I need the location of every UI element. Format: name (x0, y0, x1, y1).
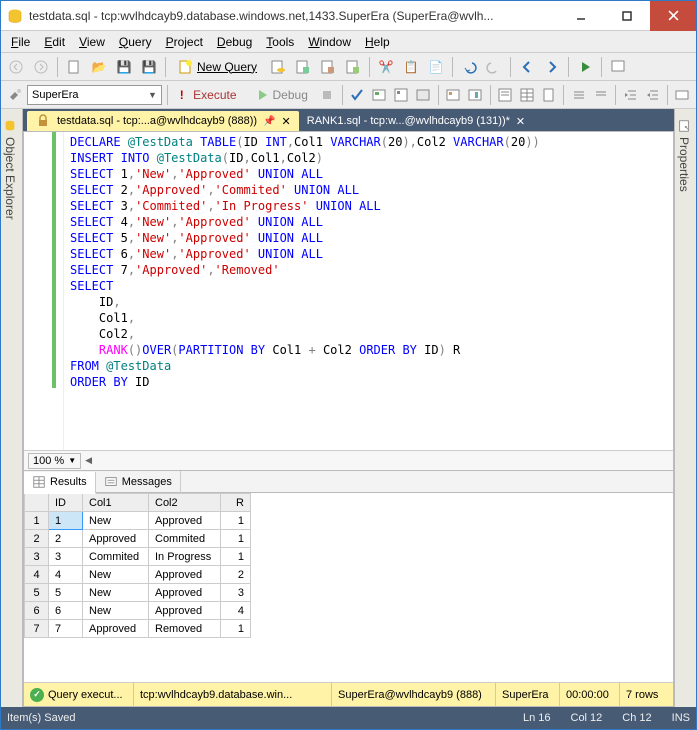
results-grid-button[interactable] (517, 84, 536, 106)
success-icon: ✓ (30, 688, 44, 702)
table-row[interactable]: 22ApprovedCommited1 (25, 530, 251, 548)
query-options-button[interactable] (392, 84, 411, 106)
sql-editor-toolbar: SuperEra▼ ! Execute Debug (1, 81, 696, 109)
actual-plan-button[interactable] (444, 84, 463, 106)
pin-icon[interactable]: 📌 (263, 116, 275, 127)
dmx-query-button[interactable] (317, 56, 339, 78)
results-tab[interactable]: Results (24, 472, 96, 494)
menu-bar: File Edit View Query Project Debug Tools… (1, 31, 696, 53)
maximize-button[interactable] (604, 1, 650, 31)
nav-back-button[interactable] (516, 56, 538, 78)
app-status-bar: Item(s) Saved Ln 16 Col 12 Ch 12 INS (1, 707, 696, 729)
client-stats-button[interactable] (466, 84, 485, 106)
new-query-button[interactable]: New Query (171, 56, 264, 78)
undo-button[interactable] (458, 56, 480, 78)
paste-button[interactable]: 📄 (425, 56, 447, 78)
query-status-bar: ✓Query execut... tcp:wvlhdcayb9.database… (24, 682, 673, 706)
back-button[interactable] (5, 56, 27, 78)
zoom-bar: 100 %▼ ◀ (24, 450, 673, 470)
cut-button[interactable]: ✂️ (375, 56, 397, 78)
copy-button[interactable]: 📋 (400, 56, 422, 78)
results-text-button[interactable] (495, 84, 514, 106)
database-selector[interactable]: SuperEra▼ (27, 85, 162, 105)
app-icon (7, 8, 23, 24)
open-button[interactable]: 📂 (88, 56, 110, 78)
execute-button[interactable]: ! Execute (173, 84, 244, 106)
mdx-query-button[interactable] (292, 56, 314, 78)
uncomment-button[interactable] (591, 84, 610, 106)
document-area: testdata.sql - tcp:...a@wvlhdcayb9 (888)… (23, 109, 674, 707)
new-button[interactable] (63, 56, 85, 78)
menu-file[interactable]: File (5, 33, 36, 51)
menu-tools[interactable]: Tools (260, 33, 300, 51)
comment-button[interactable] (569, 84, 588, 106)
menu-help[interactable]: Help (359, 33, 396, 51)
redo-button[interactable] (483, 56, 505, 78)
menu-window[interactable]: Window (302, 33, 357, 51)
results-file-button[interactable] (539, 84, 558, 106)
minimize-button[interactable] (558, 1, 604, 31)
table-row[interactable]: 55NewApproved3 (25, 584, 251, 602)
table-row[interactable]: 44NewApproved2 (25, 566, 251, 584)
table-row[interactable]: 77ApprovedRemoved1 (25, 620, 251, 638)
table-row[interactable]: 66NewApproved4 (25, 602, 251, 620)
lock-icon (35, 113, 51, 129)
estimated-plan-button[interactable] (370, 84, 389, 106)
save-button[interactable]: 💾 (113, 56, 135, 78)
tab-close-icon[interactable]: ✕ (282, 115, 291, 128)
forward-button[interactable] (30, 56, 52, 78)
tab-rank1[interactable]: RANK1.sql - tcp:w...@wvlhdcayb9 (131))*✕ (299, 111, 533, 131)
standard-toolbar: 📂 💾 💾 New Query ✂️ 📋 📄 (1, 53, 696, 81)
parse-button[interactable] (348, 84, 367, 106)
title-bar: testdata.sql - tcp:wvlhdcayb9.database.w… (1, 1, 696, 31)
specify-values-button[interactable] (673, 84, 692, 106)
stop-button[interactable] (318, 84, 337, 106)
zoom-selector[interactable]: 100 %▼ (28, 453, 81, 469)
debug-button[interactable]: Debug (247, 84, 315, 106)
main-area: Object Explorer testdata.sql - tcp:...a@… (1, 109, 696, 707)
save-all-button[interactable]: 💾 (138, 56, 160, 78)
activity-button[interactable] (607, 56, 629, 78)
indent-button[interactable] (621, 84, 640, 106)
outdent-button[interactable] (643, 84, 662, 106)
menu-query[interactable]: Query (113, 33, 158, 51)
sql-editor[interactable]: DECLARE @TestData TABLE(ID INT,Col1 VARC… (24, 132, 673, 450)
results-pane: Results Messages ID Col1 Col2 R (24, 470, 673, 706)
connection-button[interactable] (5, 84, 24, 106)
object-explorer-pane[interactable]: Object Explorer (1, 109, 23, 707)
menu-edit[interactable]: Edit (38, 33, 71, 51)
intellisense-button[interactable] (414, 84, 433, 106)
close-button[interactable] (650, 1, 696, 31)
hscroll-left-icon[interactable]: ◀ (85, 455, 92, 466)
menu-view[interactable]: View (73, 33, 111, 51)
tab-testdata[interactable]: testdata.sql - tcp:...a@wvlhdcayb9 (888)… (27, 111, 299, 131)
db-query-button[interactable] (267, 56, 289, 78)
properties-pane[interactable]: Properties (674, 109, 696, 707)
messages-tab[interactable]: Messages (96, 471, 181, 493)
menu-project[interactable]: Project (160, 33, 209, 51)
start-button[interactable] (574, 56, 596, 78)
nav-fwd-button[interactable] (541, 56, 563, 78)
tab-close-icon[interactable]: ✕ (516, 115, 525, 128)
table-row[interactable]: 11NewApproved1 (25, 512, 251, 530)
window-title: testdata.sql - tcp:wvlhdcayb9.database.w… (29, 9, 558, 23)
menu-debug[interactable]: Debug (211, 33, 258, 51)
results-tabs: Results Messages (24, 471, 673, 493)
results-grid[interactable]: ID Col1 Col2 R 11NewApproved122ApprovedC… (24, 493, 673, 682)
xmla-query-button[interactable] (342, 56, 364, 78)
document-tabs: testdata.sql - tcp:...a@wvlhdcayb9 (888)… (23, 109, 674, 131)
table-row[interactable]: 33CommitedIn Progress1 (25, 548, 251, 566)
